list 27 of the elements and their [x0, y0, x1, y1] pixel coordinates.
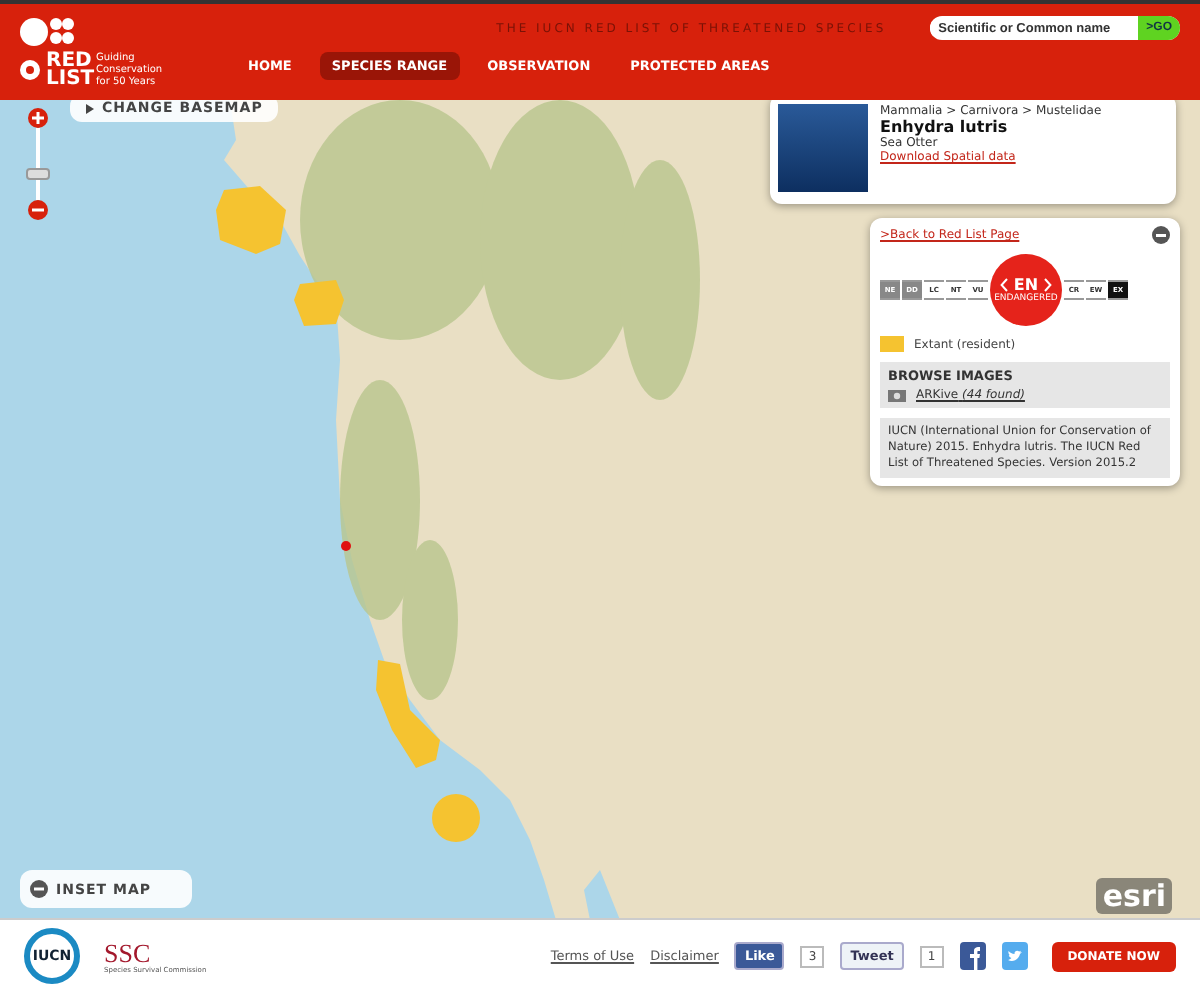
range-polygon	[294, 280, 344, 326]
circle-logo-icon	[20, 60, 40, 80]
minus-icon	[1156, 233, 1166, 237]
facebook-icon[interactable]	[959, 942, 986, 970]
zoom-handle[interactable]	[26, 167, 50, 179]
photo-placeholder	[778, 104, 868, 192]
attribution-logo: esri	[1096, 878, 1172, 914]
close-button[interactable]	[1152, 226, 1170, 244]
zoom-out-button[interactable]	[28, 200, 48, 220]
minus-icon	[32, 204, 44, 216]
plus-icon	[32, 112, 44, 124]
scientific-name: Enhydra lutris	[880, 118, 1010, 136]
camera-icon	[888, 389, 906, 401]
bird-icon[interactable]	[1001, 942, 1028, 970]
range-polygon	[216, 186, 286, 254]
chevron-left-icon[interactable]	[999, 278, 1008, 292]
minus-icon	[30, 880, 48, 898]
location-marker	[341, 541, 351, 551]
ssc-logo-text: SSC	[104, 939, 151, 965]
range-polygon	[376, 660, 440, 768]
category-code: EN	[1013, 276, 1039, 294]
chevron-right-icon[interactable]	[1044, 278, 1053, 292]
triangle-icon	[86, 103, 94, 113]
range-polygon	[432, 794, 480, 842]
paw-logo-icon	[20, 16, 76, 48]
zoom-in-button[interactable]	[28, 108, 48, 128]
logo-wordmark: RED LIST	[46, 52, 90, 88]
